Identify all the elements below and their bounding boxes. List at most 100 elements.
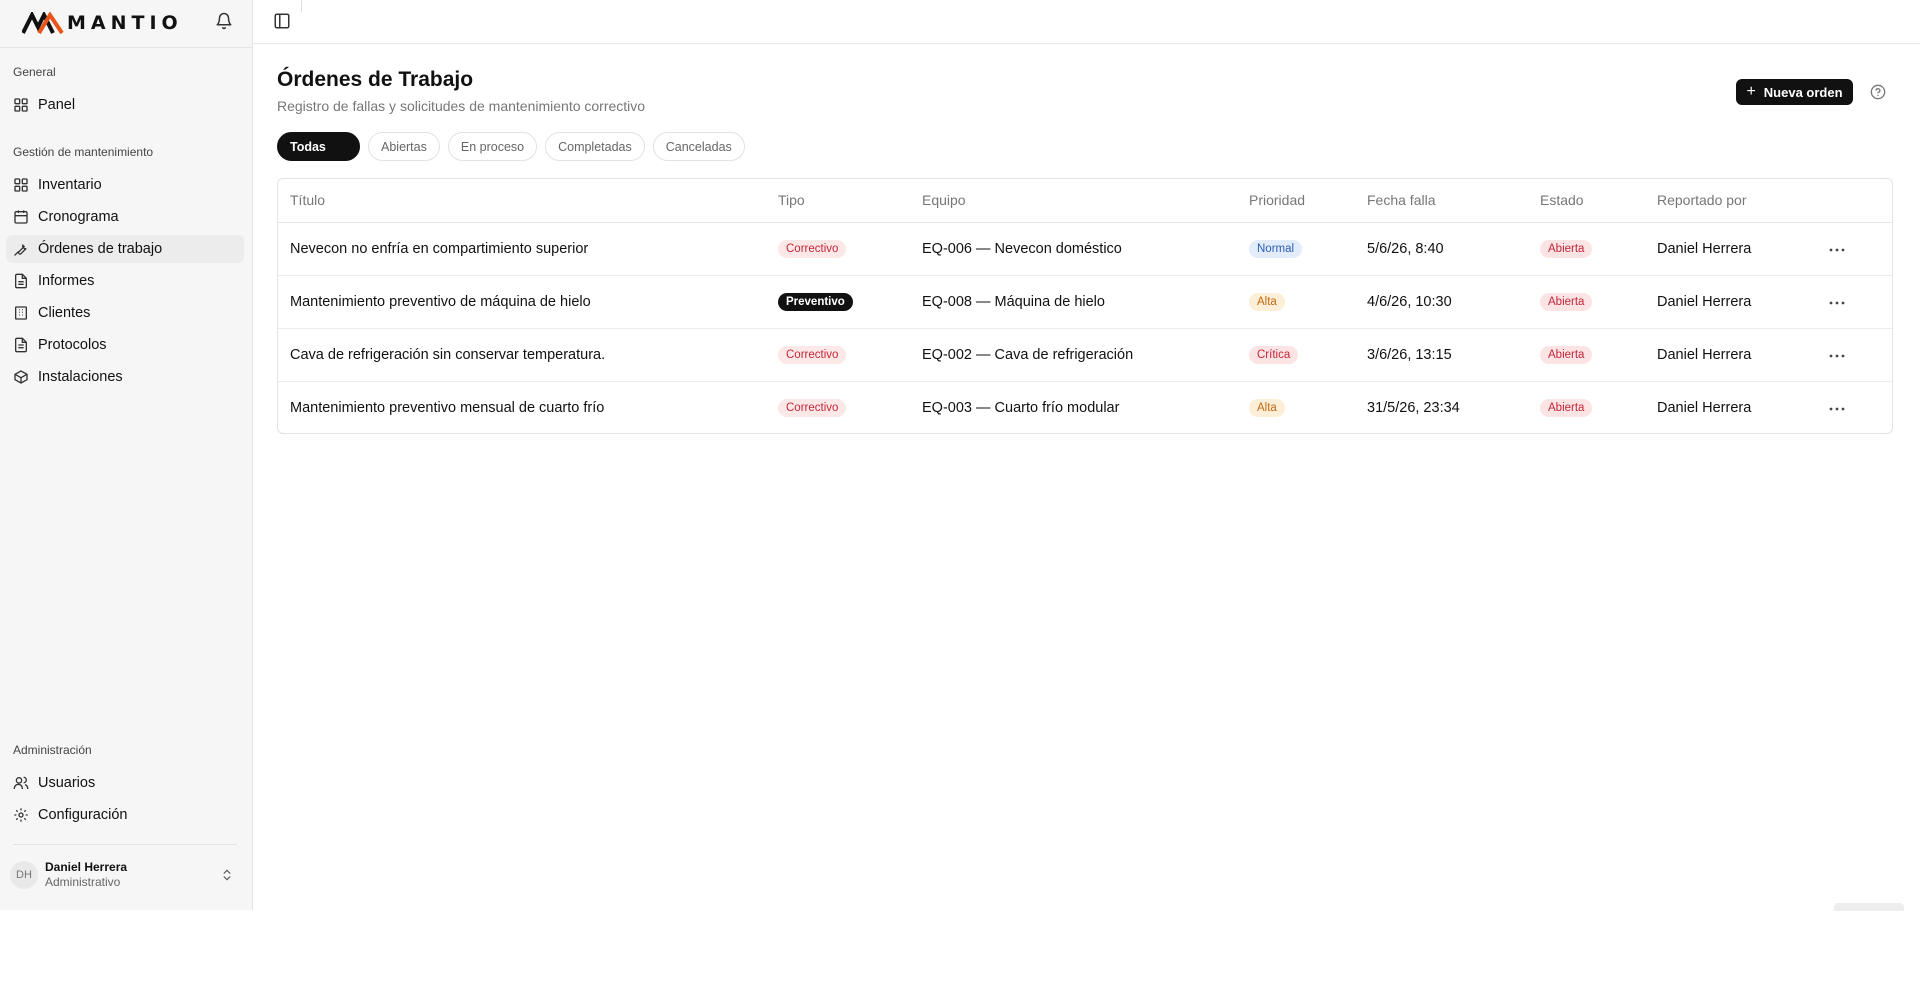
cell-tipo: Correctivo (766, 222, 910, 276)
column-header-prioridad[interactable]: Prioridad (1237, 179, 1355, 223)
corner-tab (1834, 903, 1904, 911)
table-row[interactable]: Nevecon no enfría en compartimiento supe… (278, 222, 1892, 276)
column-header-equipo[interactable]: Equipo (910, 179, 1237, 223)
sidebar-item-inventario[interactable]: Inventario (6, 171, 244, 199)
column-header-tipo[interactable]: Tipo (766, 179, 910, 223)
users-icon (13, 775, 29, 791)
sidebar-item-instalaciones[interactable]: Instalaciones (6, 363, 244, 391)
tipo-badge: Correctivo (778, 239, 847, 258)
brand-logo[interactable]: MANTIO (22, 11, 183, 35)
sidebar-item-cronograma[interactable]: Cronograma (6, 203, 244, 231)
sidebar-item-informes[interactable]: Informes (6, 267, 244, 295)
cell-reportado: Daniel Herrera (1645, 222, 1815, 276)
filter-todas[interactable]: Todas (277, 132, 360, 161)
new-order-label: Nueva orden (1763, 84, 1843, 100)
sidebar-header: MANTIO (0, 0, 252, 48)
sidebar-item-clientes[interactable]: Clientes (6, 299, 244, 327)
cell-actions (1815, 222, 1892, 276)
status-badge: Abierta (1540, 398, 1593, 417)
more-horizontal-icon[interactable] (1827, 295, 1847, 311)
chevrons-up-down-icon (220, 867, 234, 883)
more-horizontal-icon[interactable] (1827, 242, 1847, 258)
cell-actions (1815, 328, 1892, 382)
tipo-badge: Preventivo (778, 292, 853, 311)
sidebar-item-label: Clientes (38, 305, 91, 321)
sidebar-item-label: Panel (38, 97, 76, 113)
priority-badge: Alta (1249, 292, 1285, 311)
page-title: Órdenes de Trabajo (277, 68, 474, 91)
sidebar-item-label: Instalaciones (38, 369, 123, 385)
section-label-general: General (13, 65, 56, 79)
layout-grid-icon (13, 97, 29, 113)
sidebar: MANTIO General Panel Gestión de mantenim… (0, 0, 253, 910)
sidebar-item-label: Configuración (38, 807, 128, 823)
cell-title[interactable]: Cava de refrigeración sin conservar temp… (278, 328, 766, 382)
cell-estado: Abierta (1528, 328, 1645, 382)
tipo-badge: Correctivo (778, 345, 847, 364)
user-meta: Daniel Herrera Administrativo (45, 860, 127, 890)
user-role: Administrativo (45, 875, 121, 889)
table-row[interactable]: Mantenimiento preventivo de máquina de h… (278, 275, 1892, 329)
new-order-button[interactable]: + Nueva orden (1736, 79, 1853, 105)
cell-prioridad: Alta (1237, 381, 1355, 433)
table-row[interactable]: Cava de refrigeración sin conservar temp… (278, 328, 1892, 382)
filter-abiertas[interactable]: Abiertas (368, 132, 440, 161)
cell-title[interactable]: Mantenimiento preventivo de máquina de h… (278, 275, 766, 329)
cell-title[interactable]: Nevecon no enfría en compartimiento supe… (278, 222, 766, 276)
cell-estado: Abierta (1528, 381, 1645, 433)
brand-mark-icon (22, 12, 64, 34)
package-icon (13, 369, 29, 385)
priority-badge: Alta (1249, 398, 1285, 417)
table-row[interactable]: Mantenimiento preventivo mensual de cuar… (278, 381, 1892, 433)
orders-table: Título Tipo Equipo Prioridad Fecha falla… (277, 178, 1893, 434)
column-header-fecha[interactable]: Fecha falla (1355, 179, 1528, 223)
layout-grid-icon (13, 177, 29, 193)
sidebar-item-panel[interactable]: Panel (6, 91, 244, 119)
column-header-reportado[interactable]: Reportado por (1645, 179, 1815, 223)
sidebar-divider (13, 844, 237, 845)
column-header-actions (1815, 179, 1892, 223)
avatar: DH (10, 861, 38, 889)
filter-canceladas[interactable]: Canceladas (652, 132, 745, 161)
cell-actions (1815, 275, 1892, 329)
cell-reportado: Daniel Herrera (1645, 275, 1815, 329)
status-badge: Abierta (1540, 345, 1593, 364)
wrench-icon (13, 241, 29, 257)
bell-icon[interactable] (215, 12, 233, 30)
cell-fecha: 4/6/26, 10:30 (1355, 275, 1528, 329)
filter-en-proceso[interactable]: En proceso (447, 132, 538, 161)
status-filters: Todas Abiertas En proceso Completadas Ca… (277, 132, 745, 161)
sidebar-item-label: Usuarios (38, 775, 96, 791)
priority-badge: Crítica (1249, 345, 1299, 364)
sidebar-item-configuracion[interactable]: Configuración (6, 801, 244, 829)
cell-prioridad: Crítica (1237, 328, 1355, 382)
cell-equipo: EQ-006 — Nevecon doméstico (910, 222, 1237, 276)
column-header-titulo[interactable]: Título (278, 179, 766, 223)
cell-actions (1815, 381, 1892, 433)
user-menu[interactable]: DH Daniel Herrera Administrativo (10, 857, 238, 893)
gear-icon (13, 807, 29, 823)
plus-icon: + (1746, 83, 1756, 100)
cell-prioridad: Alta (1237, 275, 1355, 329)
sidebar-item-label: Inventario (38, 177, 102, 193)
calendar-icon (13, 209, 29, 225)
cell-fecha: 3/6/26, 13:15 (1355, 328, 1528, 382)
user-name: Daniel Herrera (45, 860, 128, 874)
sidebar-item-protocolos[interactable]: Protocolos (6, 331, 244, 359)
filter-completadas[interactable]: Completadas (545, 132, 645, 161)
sidebar-item-label: Protocolos (38, 337, 107, 353)
more-horizontal-icon[interactable] (1827, 401, 1847, 417)
sidebar-item-ordenes[interactable]: Órdenes de trabajo (6, 235, 244, 263)
more-horizontal-icon[interactable] (1827, 348, 1847, 364)
sidebar-item-label: Cronograma (38, 209, 119, 225)
help-icon[interactable] (1870, 84, 1886, 100)
sidebar-toggle-icon[interactable] (273, 12, 291, 30)
cell-title[interactable]: Mantenimiento preventivo mensual de cuar… (278, 381, 766, 433)
topbar-separator (301, 0, 302, 12)
sidebar-item-label: Órdenes de trabajo (38, 241, 163, 257)
column-header-estado[interactable]: Estado (1528, 179, 1645, 223)
status-badge: Abierta (1540, 239, 1593, 258)
table-header-row: Título Tipo Equipo Prioridad Fecha falla… (278, 179, 1892, 223)
topbar (253, 0, 1920, 44)
sidebar-item-usuarios[interactable]: Usuarios (6, 769, 244, 797)
